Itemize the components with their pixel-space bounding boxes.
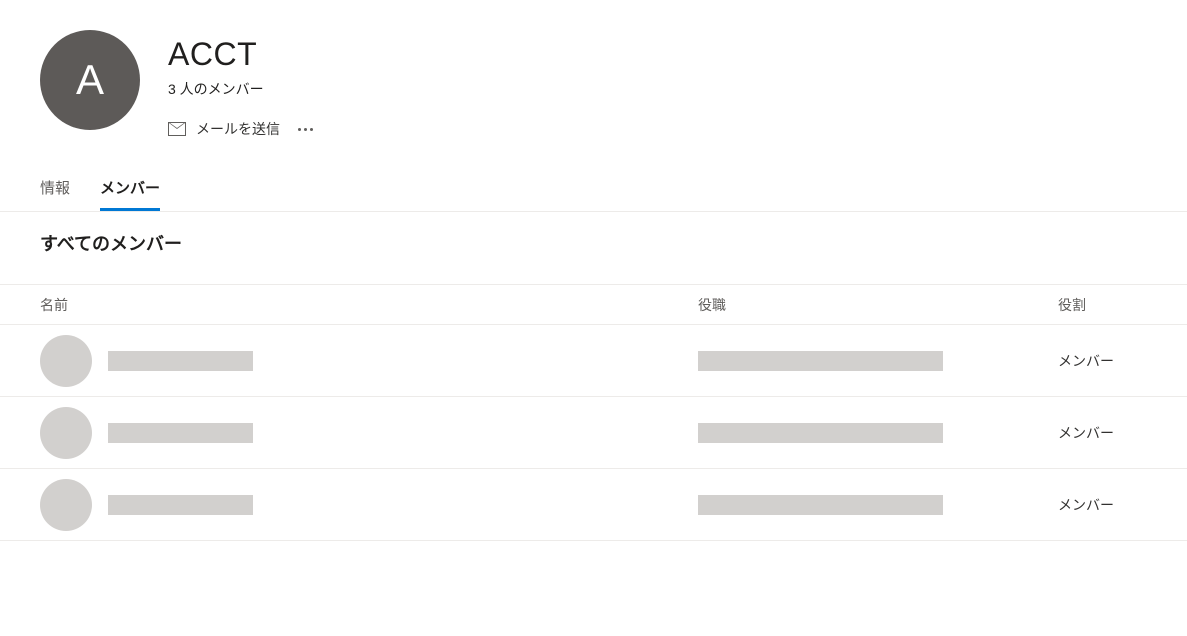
members-table: 名前 役職 役割 メンバー メンバー: [0, 284, 1187, 541]
send-mail-label: メールを送信: [196, 119, 280, 139]
tab-members[interactable]: メンバー: [100, 177, 160, 211]
column-name[interactable]: 名前: [40, 295, 698, 315]
redacted-name: [108, 423, 253, 443]
more-options-button[interactable]: [298, 128, 313, 131]
header-info: ACCT 3 人のメンバー メールを送信: [168, 30, 313, 139]
table-row[interactable]: メンバー: [0, 469, 1187, 541]
mail-icon: [168, 122, 186, 136]
column-position[interactable]: 役職: [698, 295, 1058, 315]
group-avatar-letter: A: [76, 56, 104, 104]
cell-role: メンバー: [1058, 423, 1147, 443]
group-title: ACCT: [168, 36, 313, 73]
cell-position: [698, 423, 1058, 443]
cell-name: [40, 407, 698, 459]
column-role[interactable]: 役割: [1058, 295, 1147, 315]
cell-position: [698, 495, 1058, 515]
table-header: 名前 役職 役割: [0, 285, 1187, 325]
member-avatar: [40, 407, 92, 459]
table-row[interactable]: メンバー: [0, 325, 1187, 397]
group-header: A ACCT 3 人のメンバー メールを送信: [0, 0, 1187, 139]
redacted-name: [108, 351, 253, 371]
redacted-position: [698, 495, 943, 515]
member-avatar: [40, 335, 92, 387]
dot-icon: [310, 128, 313, 131]
cell-position: [698, 351, 1058, 371]
member-avatar: [40, 479, 92, 531]
dot-icon: [304, 128, 307, 131]
redacted-name: [108, 495, 253, 515]
member-count: 3 人のメンバー: [168, 79, 313, 99]
tab-info[interactable]: 情報: [40, 177, 70, 211]
table-row[interactable]: メンバー: [0, 397, 1187, 469]
section-title: すべてのメンバー: [0, 212, 1187, 256]
cell-name: [40, 335, 698, 387]
send-mail-button[interactable]: メールを送信: [168, 119, 280, 139]
dot-icon: [298, 128, 301, 131]
cell-role: メンバー: [1058, 495, 1147, 515]
tabs: 情報 メンバー: [0, 177, 1187, 212]
group-avatar: A: [40, 30, 140, 130]
header-actions: メールを送信: [168, 119, 313, 139]
redacted-position: [698, 423, 943, 443]
cell-name: [40, 479, 698, 531]
cell-role: メンバー: [1058, 351, 1147, 371]
redacted-position: [698, 351, 943, 371]
